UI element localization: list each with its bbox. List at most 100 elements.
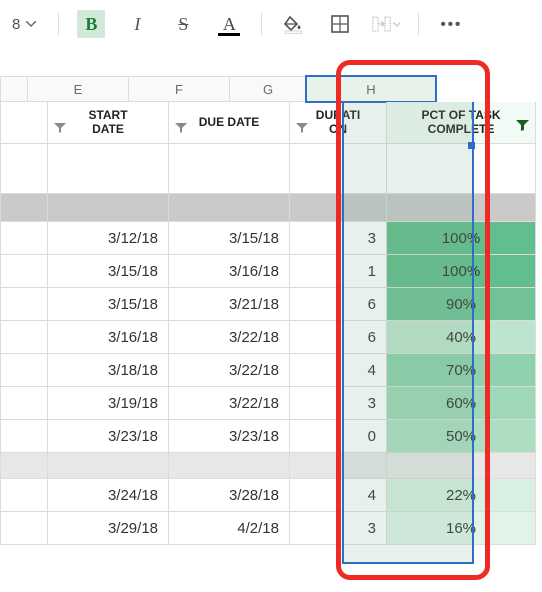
col-header-G[interactable]: G [230,76,307,102]
header-duration[interactable]: DURATI ON [290,102,387,144]
header-pct-complete[interactable]: PCT OF TASK COMPLETE [387,102,536,144]
cell-due[interactable]: 3/16/18 [169,255,290,288]
cell-start[interactable]: 3/23/18 [48,420,169,453]
bold-button[interactable]: B [77,10,105,38]
cell-due[interactable] [169,144,290,194]
table-row: 3/15/183/21/18690% [0,288,542,321]
cell-start[interactable] [48,144,169,194]
cell-start[interactable]: 3/18/18 [48,354,169,387]
cell-dur[interactable]: 1 [290,255,387,288]
row-gutter[interactable] [0,453,48,479]
filter-icon[interactable] [54,123,66,133]
filter-active-icon[interactable] [516,120,529,135]
cell-start[interactable]: 3/15/18 [48,288,169,321]
table-row [0,453,542,479]
cell-due[interactable]: 3/21/18 [169,288,290,321]
cell-due[interactable]: 3/22/18 [169,387,290,420]
table-row: 3/23/183/23/18050% [0,420,542,453]
row-gutter[interactable] [0,255,48,288]
cell-dur[interactable]: 4 [290,479,387,512]
cell-due[interactable]: 3/22/18 [169,354,290,387]
rowcol-corner[interactable] [0,76,28,102]
cell-pct[interactable]: 70% [387,354,536,387]
row-gutter[interactable] [0,387,48,420]
cell-pct[interactable]: 50% [387,420,536,453]
merge-icon [372,15,391,33]
cell-due[interactable]: 4/2/18 [169,512,290,545]
row-gutter[interactable] [0,354,48,387]
cell-due[interactable]: 3/15/18 [169,222,290,255]
cell-due[interactable] [169,194,290,222]
cell-start[interactable]: 3/29/18 [48,512,169,545]
cell-start[interactable]: 3/15/18 [48,255,169,288]
cell-dur[interactable]: 6 [290,288,387,321]
header-start-date[interactable]: START DATE [48,102,169,144]
cell-dur[interactable]: 6 [290,321,387,354]
cell-start[interactable] [48,194,169,222]
cell-start[interactable]: 3/19/18 [48,387,169,420]
cell-start[interactable]: 3/24/18 [48,479,169,512]
row-gutter[interactable] [0,222,48,255]
col-header-E[interactable]: E [28,76,129,102]
row-gutter[interactable] [0,194,48,222]
cell-dur[interactable] [290,194,387,222]
cell-pct[interactable] [387,453,536,479]
row-gutter[interactable] [0,288,48,321]
header-row: START DATE DUE DATE DURATI ON PCT OF TAS… [0,102,542,144]
font-size-selector[interactable]: 8 [8,14,40,35]
cell-pct[interactable]: 22% [387,479,536,512]
strikethrough-button[interactable]: S [169,10,197,38]
text-color-button[interactable]: A [215,10,243,38]
cell-pct[interactable]: 16% [387,512,536,545]
cell-start[interactable] [48,453,169,479]
row-gutter[interactable] [0,512,48,545]
cell-pct[interactable] [387,144,536,194]
table-row: 3/29/184/2/18316% [0,512,542,545]
cell-pct[interactable] [387,194,536,222]
row-gutter[interactable] [0,102,48,144]
borders-button[interactable] [326,10,354,38]
cell-pct[interactable]: 40% [387,321,536,354]
data-rows: 3/12/183/15/183100%3/15/183/16/181100%3/… [0,144,542,545]
cell-dur[interactable]: 3 [290,512,387,545]
cell-pct[interactable]: 100% [387,255,536,288]
col-header-H[interactable]: H [307,76,436,102]
borders-icon [331,15,349,33]
row-gutter[interactable] [0,144,48,194]
cell-start[interactable]: 3/12/18 [48,222,169,255]
spreadsheet-grid[interactable]: E F G H START DATE DUE DATE DURATI ON PC… [0,76,542,545]
cell-pct[interactable]: 90% [387,288,536,321]
cell-pct[interactable]: 100% [387,222,536,255]
chevron-down-icon [26,21,36,27]
cell-due[interactable]: 3/22/18 [169,321,290,354]
font-size-value: 8 [12,16,20,33]
cell-due[interactable]: 3/28/18 [169,479,290,512]
cell-dur[interactable]: 4 [290,354,387,387]
header-due-date[interactable]: DUE DATE [169,102,290,144]
cell-dur[interactable]: 3 [290,387,387,420]
separator [58,13,59,35]
more-button[interactable]: ••• [437,10,465,38]
cell-due[interactable]: 3/23/18 [169,420,290,453]
table-row: 3/24/183/28/18422% [0,479,542,512]
cell-dur[interactable]: 3 [290,222,387,255]
table-row: 3/15/183/16/181100% [0,255,542,288]
cell-due[interactable] [169,453,290,479]
cell-pct[interactable]: 60% [387,387,536,420]
separator [418,13,419,35]
filter-icon[interactable] [296,123,308,133]
col-header-F[interactable]: F [129,76,230,102]
row-gutter[interactable] [0,479,48,512]
paint-bucket-icon [284,14,304,34]
cell-dur[interactable] [290,144,387,194]
row-gutter[interactable] [0,321,48,354]
table-row [0,194,542,222]
cell-dur[interactable] [290,453,387,479]
italic-button[interactable]: I [123,10,151,38]
merge-cells-button[interactable] [372,10,400,38]
fill-color-button[interactable] [280,10,308,38]
cell-start[interactable]: 3/16/18 [48,321,169,354]
row-gutter[interactable] [0,420,48,453]
filter-icon[interactable] [175,123,187,133]
cell-dur[interactable]: 0 [290,420,387,453]
